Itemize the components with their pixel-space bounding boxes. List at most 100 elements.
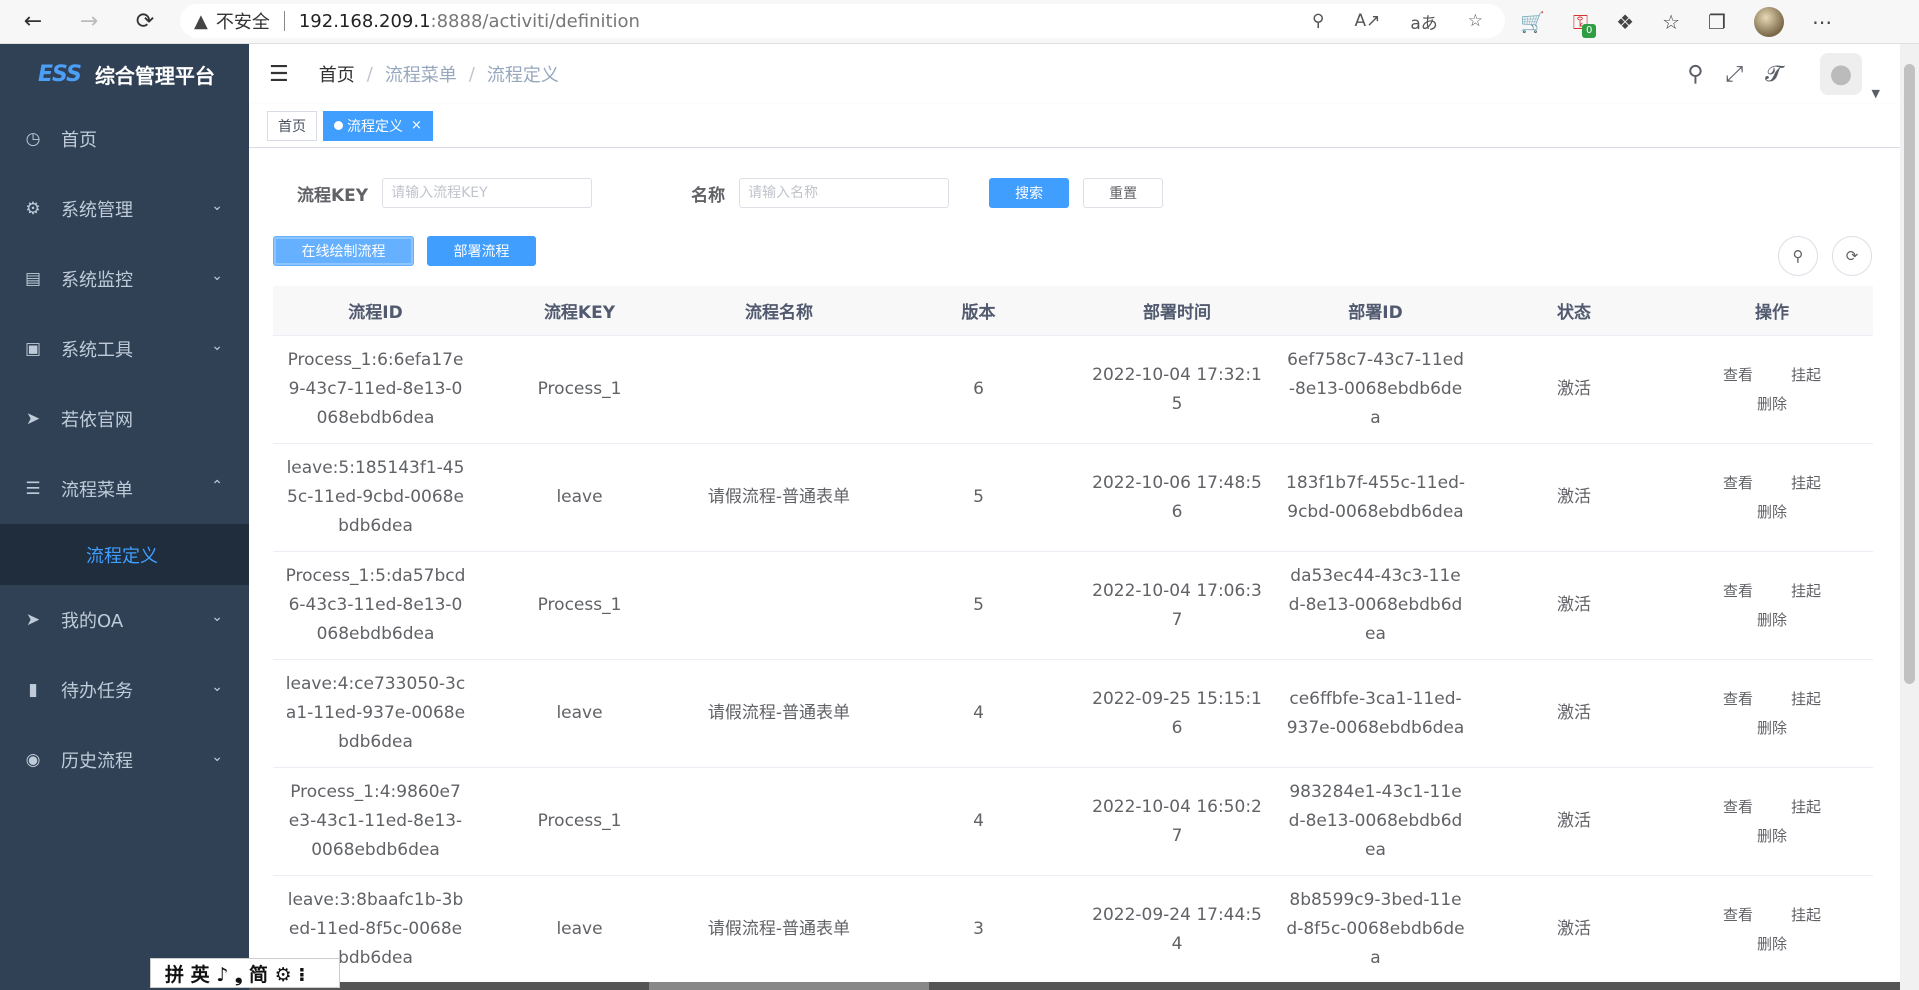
toolbox-icon: ▣ <box>24 339 42 359</box>
view-link[interactable]: 查看 <box>1723 685 1753 714</box>
avatar[interactable]: ● <box>1820 53 1862 95</box>
delete-link[interactable]: 删除 <box>1757 390 1787 419</box>
translate-icon[interactable]: aあ <box>1410 9 1437 34</box>
logo[interactable]: ESS 综合管理平台 <box>0 44 249 104</box>
view-link[interactable]: 查看 <box>1723 793 1753 822</box>
book-icon: ▮ <box>28 680 38 700</box>
cart-extension-icon[interactable]: 🛒 <box>1520 10 1545 34</box>
tag-process-definition[interactable]: 流程定义 × <box>323 110 433 141</box>
close-icon[interactable]: × <box>411 118 422 133</box>
horizontal-scrollbar[interactable] <box>249 982 1900 990</box>
scroll-thumb[interactable] <box>1904 64 1915 684</box>
sidebar-item-history[interactable]: ◉ 历史流程 ⌄ <box>0 725 249 795</box>
tag-home[interactable]: 首页 <box>267 110 317 141</box>
breadcrumb-process-menu: 流程菜单 <box>384 65 457 86</box>
search-button[interactable]: 搜索 <box>989 178 1070 208</box>
cell-status: 激活 <box>1557 379 1591 399</box>
delete-link[interactable]: 删除 <box>1757 822 1787 851</box>
view-link[interactable]: 查看 <box>1723 469 1753 498</box>
reset-button[interactable]: 重置 <box>1083 178 1164 208</box>
delete-link[interactable]: 删除 <box>1757 606 1787 635</box>
sidebar-item-website[interactable]: ➤ 若依官网 <box>0 384 249 454</box>
cell-process-key: Process_1 <box>537 595 622 615</box>
sidebar-subitem-process-definition[interactable]: 流程定义 <box>0 524 249 585</box>
view-link[interactable]: 查看 <box>1723 901 1753 930</box>
favorite-add-icon[interactable]: ☆ <box>1468 11 1483 31</box>
cell-operations: 查看 挂起 删除 <box>1671 876 1873 983</box>
back-arrow-icon[interactable]: ← <box>18 7 48 37</box>
suspend-link[interactable]: 挂起 <box>1791 901 1821 930</box>
column-header: 流程KEY <box>543 303 616 323</box>
collections-icon[interactable]: ❐ <box>1708 10 1726 34</box>
sidebar-item-label: 我的OA <box>61 611 124 632</box>
suspend-link[interactable]: 挂起 <box>1791 685 1821 714</box>
gear-icon: ⚙ <box>25 199 41 219</box>
suspend-link[interactable]: 挂起 <box>1791 469 1821 498</box>
font-size-icon[interactable]: 𝓣 <box>1765 62 1782 87</box>
operations-row: 查看 挂起 <box>1723 469 1821 498</box>
sidebar-item-monitor[interactable]: ▤ 系统监控 ⌄ <box>0 244 249 314</box>
suspend-link[interactable]: 挂起 <box>1791 793 1821 822</box>
refresh-button[interactable]: ⟳ <box>1832 236 1872 276</box>
toggle-search-button[interactable]: ⚲ <box>1778 236 1818 276</box>
logo-title: 综合管理平台 <box>94 63 215 88</box>
table-header: 流程ID 流程KEY 流程名称 版本 部署时间 部署ID 状态 操作 <box>273 286 1873 336</box>
cell-process-name: 请假流程-普通表单 <box>707 703 851 723</box>
more-menu-icon[interactable]: ⋯ <box>1812 10 1832 34</box>
puzzle-extensions-icon[interactable]: ❖ <box>1616 10 1634 34</box>
sidebar-item-system[interactable]: ⚙ 系统管理 ⌄ <box>0 174 249 244</box>
search-form: 流程KEY 名称 搜索 重置 <box>297 178 1164 208</box>
sidebar-item-tools[interactable]: ▣ 系统工具 ⌄ <box>0 314 249 384</box>
cell-deploy-id: 983284e1-43c1-11ed-8e13-0068ebdb6dea <box>1288 782 1463 860</box>
user-menu[interactable]: ● ▼ <box>1804 53 1880 100</box>
sidebar-item-todo[interactable]: ▮ 待办任务 ⌄ <box>0 655 249 725</box>
breadcrumb-separator: / <box>366 63 373 85</box>
cell-status: 激活 <box>1557 487 1591 507</box>
operations-row: 查看 挂起 <box>1723 685 1821 714</box>
breadcrumb-home[interactable]: 首页 <box>319 61 355 87</box>
url-path[interactable]: :8888/activiti/definition <box>431 11 640 32</box>
search-icon[interactable]: ⚲ <box>1687 62 1703 87</box>
navbar: ☰ 首页 / 流程菜单 / 流程定义 ⚲ ⤢ 𝓣 ● ▼ <box>249 44 1900 104</box>
reload-icon[interactable]: ⟳ <box>130 7 160 37</box>
warning-icon[interactable]: ▲ <box>194 11 208 32</box>
cell-process-key: leave <box>556 703 603 723</box>
lock-extension-icon[interactable]: ⚿ 0 <box>1573 10 1597 38</box>
process-key-input[interactable] <box>382 178 593 208</box>
favorites-icon[interactable]: ☆ <box>1662 10 1680 34</box>
view-link[interactable]: 查看 <box>1723 577 1753 606</box>
column-header: 版本 <box>961 303 996 323</box>
cell-deploy-time: 2022-10-04 17:06:37 <box>1092 580 1262 630</box>
suspend-link[interactable]: 挂起 <box>1791 577 1821 606</box>
deploy-process-button[interactable]: 部署流程 <box>427 236 536 266</box>
scroll-thumb[interactable] <box>649 982 929 990</box>
key-icon[interactable]: ⚲ <box>1312 11 1324 31</box>
draw-process-button[interactable]: 在线绘制流程 <box>273 236 414 266</box>
sidebar-item-my-oa[interactable]: ➤ 我的OA ⌄ <box>0 585 249 655</box>
active-dot-icon <box>334 121 343 130</box>
browser-profile-avatar[interactable] <box>1753 7 1784 37</box>
caret-down-icon[interactable]: ▼ <box>1872 87 1880 100</box>
insecure-label[interactable]: 不安全 <box>216 8 270 34</box>
suspend-link[interactable]: 挂起 <box>1791 361 1821 390</box>
name-input[interactable] <box>739 178 950 208</box>
ime-toolbar[interactable]: 拼 英 ♪ ❟ 简 ⚙ ⁝ <box>150 958 340 988</box>
cell-version: 6 <box>973 379 984 399</box>
read-aloud-icon[interactable]: A↗ <box>1354 11 1380 31</box>
table-row: Process_1:5:da57bcd6-43c3-11ed-8e13-0068… <box>273 552 1873 660</box>
forward-arrow-icon[interactable]: → <box>74 7 104 37</box>
cell-operations: 查看 挂起 删除 <box>1671 336 1873 443</box>
url-host[interactable]: 192.168.209.1 <box>299 11 431 32</box>
vertical-scrollbar[interactable] <box>1900 44 1919 990</box>
view-link[interactable]: 查看 <box>1723 361 1753 390</box>
address-bar[interactable]: ▲ 不安全 192.168.209.1:8888/activiti/defini… <box>180 4 1505 38</box>
delete-link[interactable]: 删除 <box>1757 930 1787 959</box>
fullscreen-icon[interactable]: ⤢ <box>1726 62 1744 87</box>
cell-operations: 查看 挂起 删除 <box>1671 660 1873 767</box>
hamburger-icon[interactable]: ☰ <box>269 62 289 87</box>
delete-link[interactable]: 删除 <box>1757 714 1787 743</box>
sidebar-item-process-menu[interactable]: ☰ 流程菜单 ⌃ <box>0 454 249 524</box>
delete-link[interactable]: 删除 <box>1757 498 1787 527</box>
cell-version: 5 <box>973 487 984 507</box>
sidebar-item-home[interactable]: ◷ 首页 <box>0 104 249 174</box>
